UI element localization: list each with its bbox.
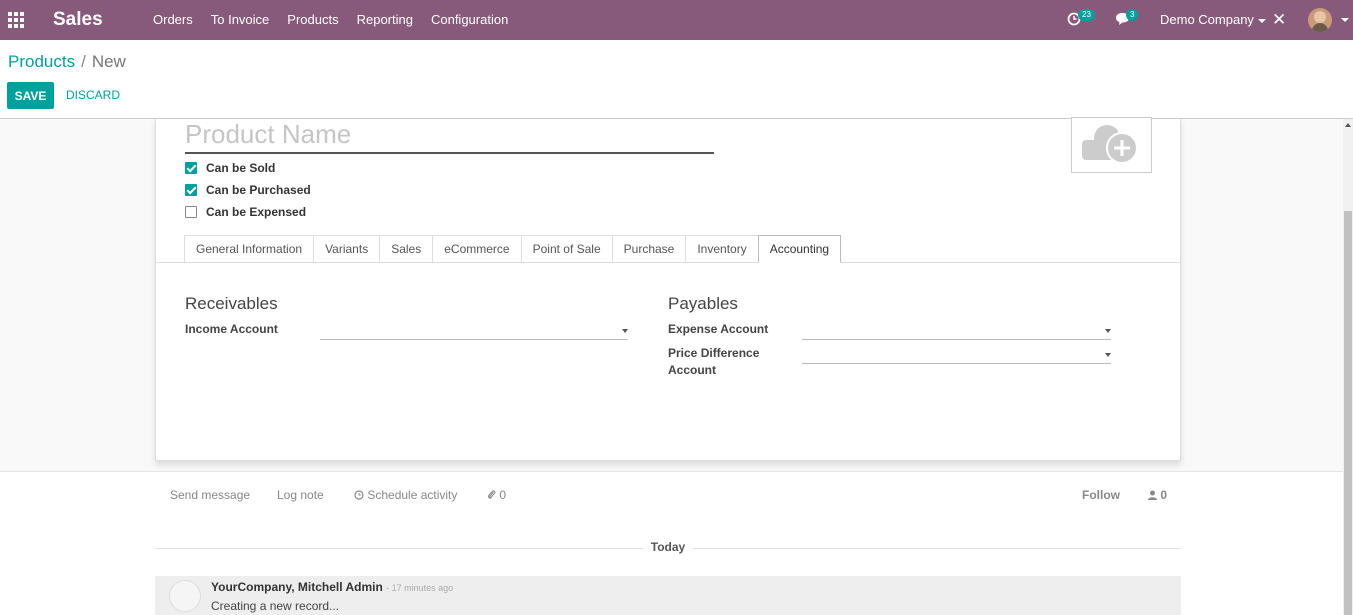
- form-sheet: Product Name Can be Sold Can be Purchase…: [155, 117, 1181, 461]
- can-be-purchased-checkbox[interactable]: Can be Purchased: [185, 183, 311, 197]
- tab-point-of-sale[interactable]: Point of Sale: [520, 235, 612, 263]
- tab-ecommerce[interactable]: eCommerce: [432, 235, 521, 263]
- activity-badge: 23: [1078, 9, 1095, 21]
- income-account-label: Income Account: [185, 322, 278, 336]
- tab-variants[interactable]: Variants: [313, 235, 380, 263]
- top-navbar: Sales Orders To Invoice Products Reporti…: [0, 0, 1353, 40]
- chatter-message: YourCompany, Mitchell Admin - 17 minutes…: [155, 576, 1181, 615]
- company-name: Demo Company: [1160, 12, 1254, 27]
- log-note-button[interactable]: Log note: [277, 488, 324, 502]
- chevron-down-icon: [1257, 18, 1266, 23]
- user-icon: [1148, 490, 1157, 500]
- can-be-expensed-checkbox[interactable]: Can be Expensed: [185, 205, 306, 219]
- tab-inventory[interactable]: Inventory: [685, 235, 758, 263]
- price-difference-account-label: Price Difference Account: [668, 345, 759, 379]
- close-icon[interactable]: ✕: [1272, 10, 1286, 30]
- vertical-scrollbar[interactable]: [1343, 119, 1353, 615]
- camera-add-icon: [1082, 125, 1138, 164]
- control-panel: Products / New SAVE DISCARD: [0, 40, 1353, 119]
- expense-account-select[interactable]: [802, 322, 1111, 340]
- dropdown-icon: [1105, 329, 1111, 333]
- breadcrumb: Products / New: [8, 52, 126, 72]
- message-time: - 17 minutes ago: [386, 583, 454, 593]
- discard-button[interactable]: DISCARD: [66, 88, 120, 102]
- follow-button[interactable]: Follow: [1082, 488, 1120, 502]
- notebook-tabs: General Information Variants Sales eComm…: [184, 235, 842, 263]
- price-difference-label-line1: Price Difference: [668, 346, 760, 360]
- menu-item-products[interactable]: Products: [287, 12, 338, 27]
- can-be-purchased-label: Can be Purchased: [206, 183, 311, 197]
- send-message-button[interactable]: Send message: [170, 488, 250, 502]
- attachments-count: 0: [499, 488, 507, 502]
- message-avatar: [169, 580, 201, 612]
- product-name-input[interactable]: Product Name: [185, 119, 714, 154]
- breadcrumb-current: New: [91, 52, 126, 71]
- can-be-sold-label: Can be Sold: [206, 161, 276, 175]
- schedule-activity-label: Schedule activity: [367, 488, 458, 502]
- product-image-upload[interactable]: [1071, 117, 1152, 173]
- breadcrumb-separator: /: [81, 52, 86, 71]
- chevron-down-icon[interactable]: [1341, 18, 1349, 22]
- message-body: Creating a new record...: [211, 599, 340, 613]
- clock-icon: [354, 490, 364, 500]
- message-header: YourCompany, Mitchell Admin - 17 minutes…: [211, 580, 453, 594]
- menu-item-orders[interactable]: Orders: [153, 12, 193, 27]
- expense-account-label: Expense Account: [668, 322, 769, 336]
- paperclip-icon: [488, 490, 496, 499]
- breadcrumb-products[interactable]: Products: [8, 52, 75, 71]
- message-author[interactable]: YourCompany, Mitchell Admin: [211, 580, 383, 594]
- checkbox-icon: [185, 162, 197, 174]
- attachments-button[interactable]: 0: [487, 488, 506, 502]
- can-be-sold-checkbox[interactable]: Can be Sold: [185, 161, 275, 175]
- checkbox-icon: [185, 206, 197, 218]
- checkbox-icon: [185, 184, 197, 196]
- tab-accounting[interactable]: Accounting: [757, 235, 842, 263]
- dropdown-icon: [1105, 353, 1111, 357]
- receivables-title: Receivables: [185, 294, 278, 313]
- followers-button[interactable]: 0: [1148, 488, 1167, 502]
- income-account-select[interactable]: [320, 322, 628, 340]
- tab-purchase[interactable]: Purchase: [611, 235, 686, 263]
- payables-title: Payables: [668, 294, 738, 313]
- apps-menu-icon[interactable]: [8, 12, 24, 28]
- tab-general-information[interactable]: General Information: [184, 235, 314, 263]
- main-menu: Orders To Invoice Products Reporting Con…: [153, 12, 526, 27]
- menu-item-configuration[interactable]: Configuration: [431, 12, 508, 27]
- price-difference-account-select[interactable]: [802, 346, 1111, 364]
- dropdown-icon: [622, 329, 628, 333]
- menu-item-reporting[interactable]: Reporting: [357, 12, 413, 27]
- scrollbar-thumb[interactable]: [1344, 211, 1352, 615]
- followers-count: 0: [1160, 488, 1168, 502]
- scroll-up-arrow-icon[interactable]: [1345, 123, 1351, 127]
- save-button[interactable]: SAVE: [7, 82, 54, 109]
- messages-badge: 3: [1126, 9, 1139, 21]
- date-separator-label: Today: [643, 540, 693, 554]
- menu-item-to-invoice[interactable]: To Invoice: [211, 12, 270, 27]
- app-name[interactable]: Sales: [53, 9, 103, 31]
- tab-sales[interactable]: Sales: [379, 235, 433, 263]
- price-difference-label-line2: Account: [668, 363, 716, 377]
- messages-button[interactable]: 3: [1115, 9, 1139, 29]
- company-switcher[interactable]: Demo Company: [1160, 12, 1266, 27]
- can-be-expensed-label: Can be Expensed: [206, 205, 307, 219]
- chatter: Send message Log note Schedule activity …: [0, 471, 1343, 615]
- activity-button[interactable]: 23: [1067, 9, 1095, 29]
- schedule-activity-button[interactable]: Schedule activity: [354, 488, 457, 502]
- user-avatar[interactable]: [1308, 8, 1332, 32]
